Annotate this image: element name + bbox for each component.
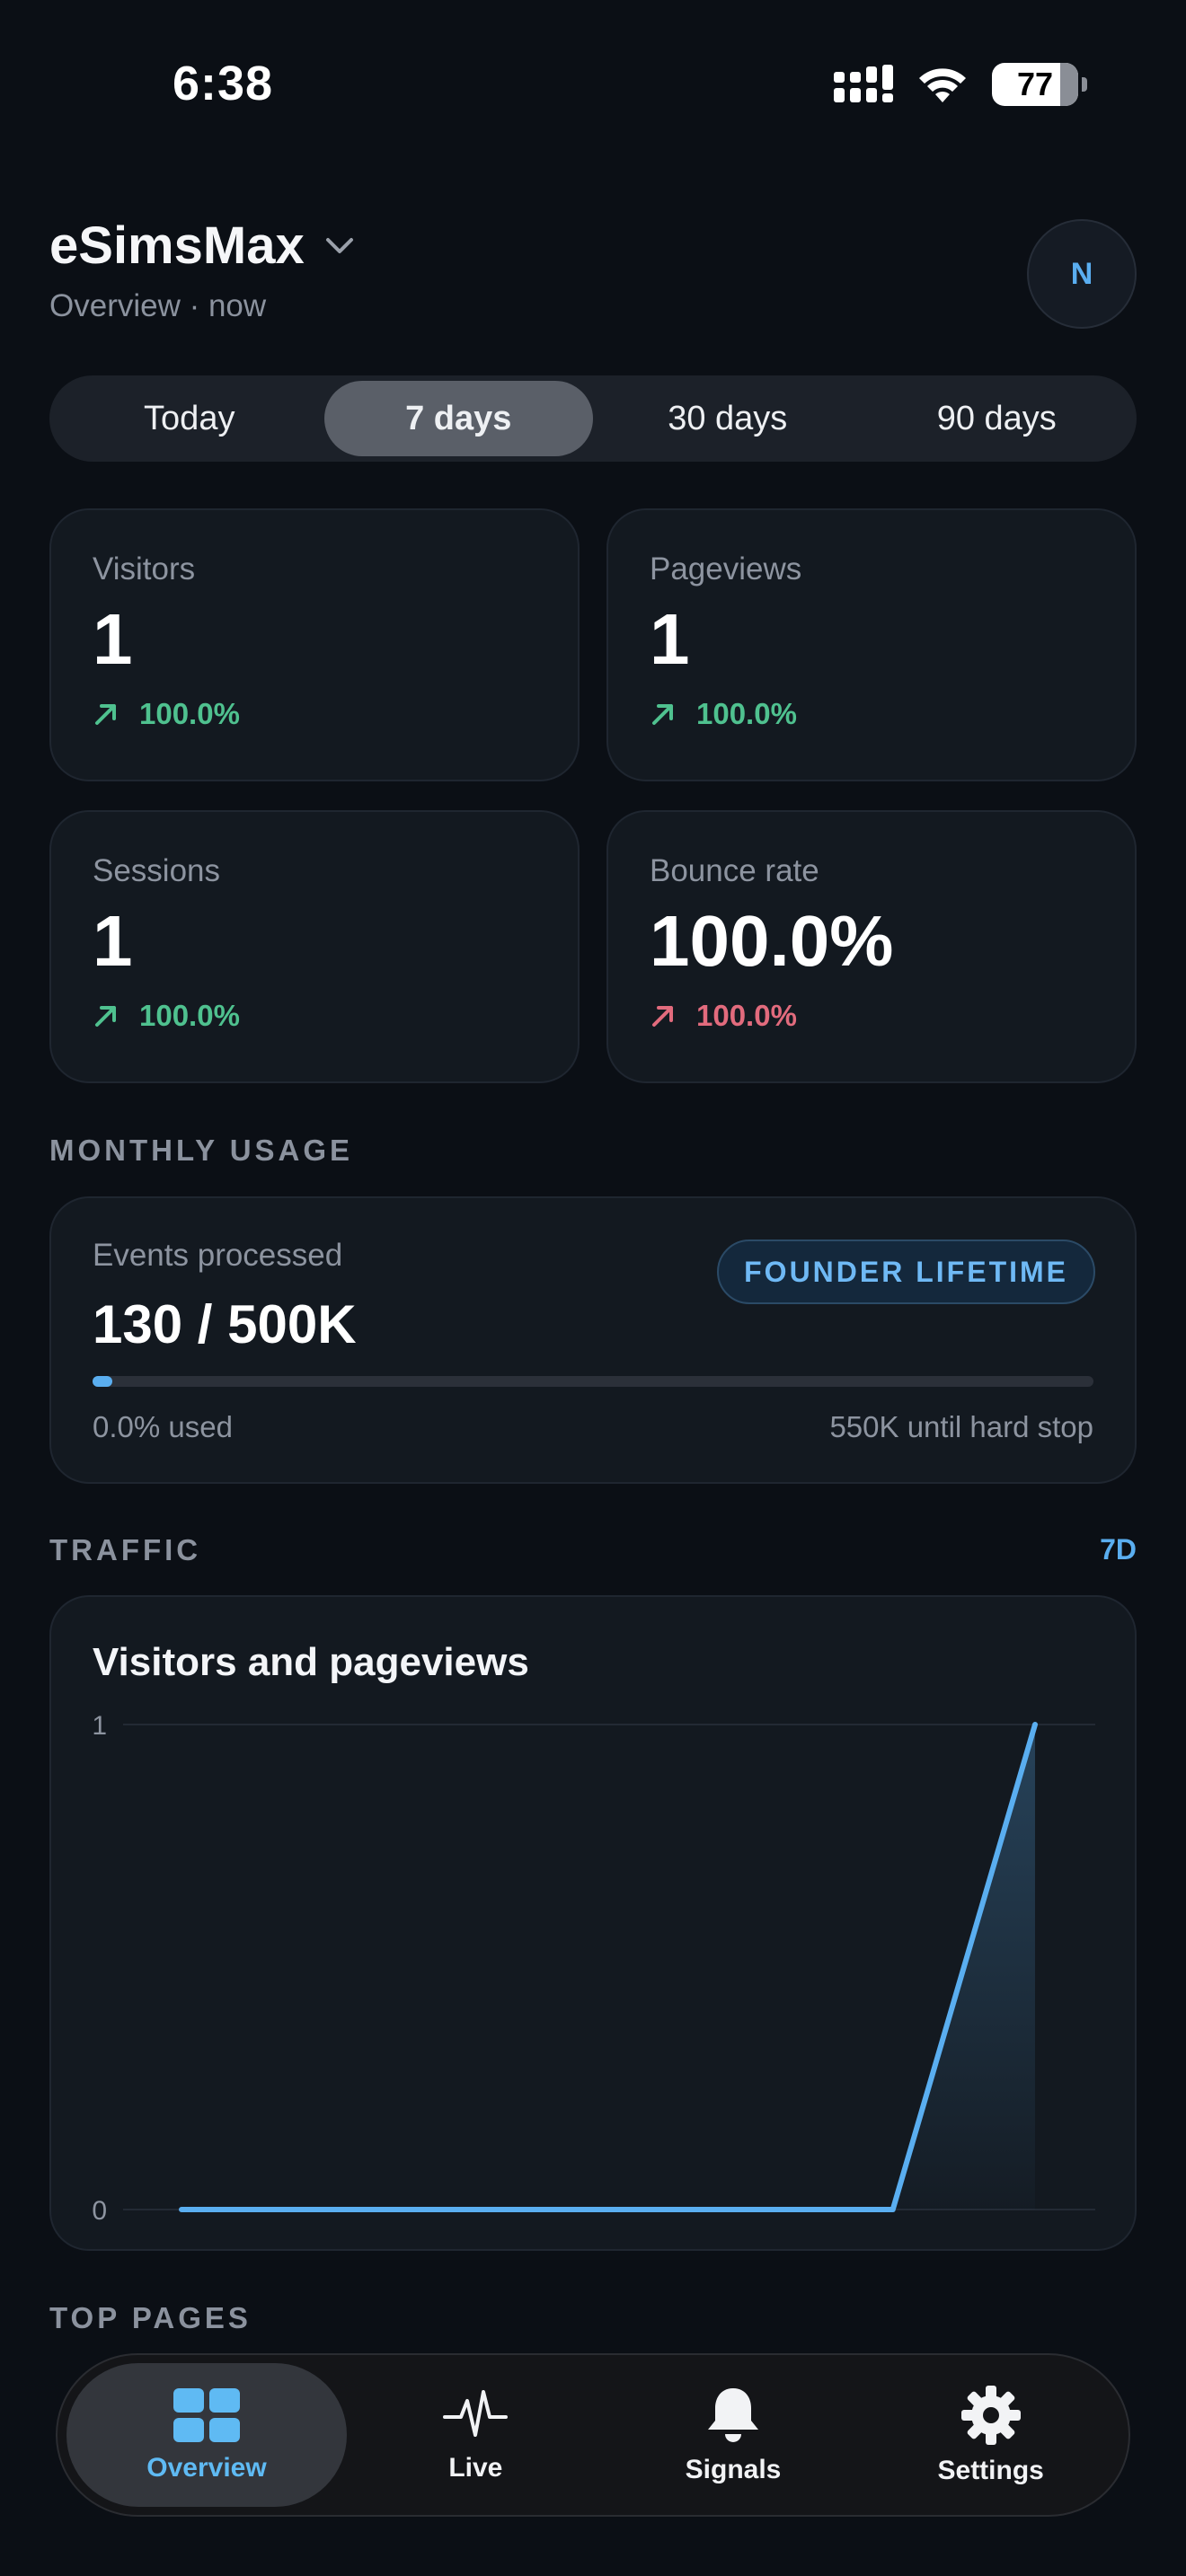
traffic-chart-card: Visitors and pageviews 10 [49,1595,1137,2251]
stat-delta: 100.0% [650,697,1093,731]
usage-limit-text: 550K until hard stop [829,1410,1093,1443]
tab-label: Settings [937,2456,1044,2485]
chart-y-tick-label: 1 [92,1711,107,1741]
status-time: 6:38 [173,57,274,110]
gear-icon [960,2386,1021,2445]
page-subtitle: Overview · now [49,288,267,323]
status-bar: 6:38 77 [0,0,1186,171]
usage-card: Events processed 130 / 500K FOUNDER LIFE… [49,1196,1137,1484]
pulse-icon [443,2390,509,2437]
avatar[interactable]: N [1027,219,1137,329]
stat-delta: 100.0% [650,999,1093,1033]
chevron-down-icon [325,237,353,253]
stat-value: 1 [650,599,690,679]
tab-overview[interactable]: Overview [66,2363,347,2507]
stat-card-pageviews[interactable]: Pageviews 1 100.0% [606,508,1137,781]
stat-value: 1 [93,901,133,981]
section-label-monthly-usage: MONTHLY USAGE [49,1134,354,1167]
stat-delta: 100.0% [93,999,536,1033]
grid-icon [173,2388,240,2442]
stat-card-bounce-rate[interactable]: Bounce rate 100.0% 100.0% [606,810,1137,1083]
app-name: eSimsMax [49,216,305,275]
battery-level: 77 [1016,66,1054,102]
stat-delta-value: 100.0% [696,999,797,1032]
tab-label: Live [448,2453,503,2483]
arrow-up-right-icon [95,1006,116,1027]
stat-label: Sessions [93,853,221,888]
cellular-signal-icon [834,65,893,102]
bell-icon [708,2388,758,2442]
range-30-days[interactable]: 30 days [593,381,863,456]
chart-area-fill [181,1725,1035,2210]
arrow-up-right-icon [95,704,116,725]
tab-label: Signals [685,2455,782,2484]
arrow-up-right-icon [652,704,673,725]
stat-label: Bounce rate [650,853,819,888]
plan-badge: FOUNDER LIFETIME [717,1239,1095,1304]
traffic-range-link[interactable]: 7D [1100,1533,1137,1566]
tab-settings[interactable]: Settings [862,2363,1120,2507]
range-today[interactable]: Today [55,381,324,456]
section-label-traffic: TRAFFIC [49,1533,202,1566]
chart-series-line [179,1722,1038,2212]
stat-delta-value: 100.0% [696,697,797,730]
tab-signals[interactable]: Signals [605,2363,863,2507]
usage-progress-bar [93,1376,1093,1387]
stat-delta-value: 100.0% [139,999,240,1032]
stat-delta-value: 100.0% [139,697,240,730]
header: eSimsMax Overview · now N [49,216,1137,332]
traffic-chart: 10 [92,1711,1095,2226]
stat-value: 100.0% [650,901,894,981]
chart-y-tick-label: 0 [92,2196,107,2226]
range-7-days[interactable]: 7 days [323,381,593,456]
tab-label: Overview [146,2453,267,2483]
app-switcher[interactable]: eSimsMax [49,216,1137,276]
section-label-top-pages: TOP PAGES [49,2301,252,2334]
battery-icon: 77 [992,63,1087,106]
stat-delta: 100.0% [93,697,536,731]
stat-label: Visitors [93,551,196,587]
range-90-days[interactable]: 90 days [863,381,1132,456]
stat-card-sessions[interactable]: Sessions 1 100.0% [49,810,580,1083]
tab-live[interactable]: Live [347,2363,605,2507]
stat-value: 1 [93,599,133,679]
status-icons: 77 [834,63,1087,106]
usage-progress-fill [93,1376,113,1387]
stat-card-visitors[interactable]: Visitors 1 100.0% [49,508,580,781]
arrow-up-right-icon [652,1006,673,1027]
wifi-icon [919,68,966,102]
stat-label: Pageviews [650,551,802,587]
usage-used-text: 0.0% used [93,1410,233,1443]
tab-bar: Overview Live Signals Settings [56,2353,1130,2517]
range-selector: Today 7 days 30 days 90 days [49,375,1137,462]
